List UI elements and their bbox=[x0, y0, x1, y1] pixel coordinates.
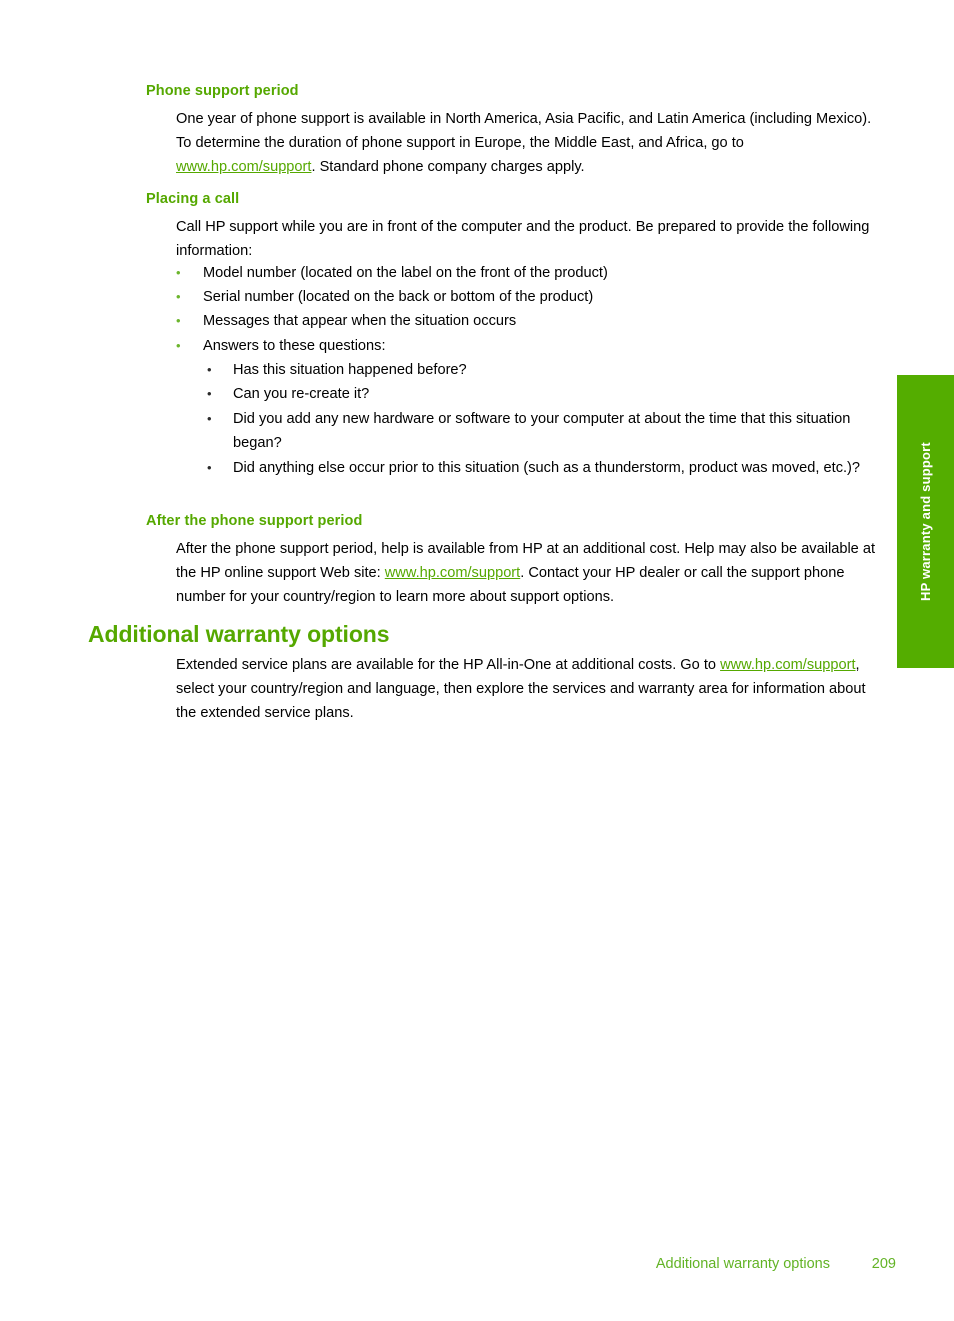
heading-placing-a-call: Placing a call bbox=[146, 191, 240, 207]
sub-list-item: • Has this situation happened before? bbox=[207, 358, 877, 382]
bullet-marker-icon: • bbox=[176, 313, 181, 328]
link-hp-support[interactable]: www.hp.com/support bbox=[720, 657, 855, 673]
bullet-marker-icon: • bbox=[176, 289, 181, 304]
list-item: • Messages that appear when the situatio… bbox=[176, 309, 876, 333]
list-item: • Answers to these questions: bbox=[176, 334, 876, 358]
bullet-marker-icon: • bbox=[176, 338, 181, 353]
list-item: • Serial number (located on the back or … bbox=[176, 285, 876, 309]
sub-list-item: • Can you re-create it? bbox=[207, 382, 877, 406]
paragraph-after-the-phone-support-period: After the phone support period, help is … bbox=[176, 537, 886, 610]
bullet-marker-icon: • bbox=[176, 265, 181, 280]
heading-after-the-phone-support-period: After the phone support period bbox=[146, 513, 363, 529]
section-tab-label: HP warranty and support bbox=[918, 442, 933, 601]
section-tab-hp-warranty-and-support: HP warranty and support bbox=[897, 375, 954, 668]
page-footer: Additional warranty options 209 bbox=[0, 1256, 954, 1282]
page-title-additional-warranty-options: Additional warranty options bbox=[88, 621, 390, 647]
paragraph-phone-support-period: One year of phone support is available i… bbox=[176, 107, 886, 180]
sub-list-item-label: Has this situation happened before? bbox=[233, 362, 467, 378]
sub-list-item: • Did you add any new hardware or softwa… bbox=[207, 407, 879, 455]
sub-list-item-label: Did you add any new hardware or software… bbox=[233, 411, 851, 452]
sub-bullet-marker-icon: • bbox=[207, 460, 212, 475]
paragraph-additional-warranty-options: Extended service plans are available for… bbox=[176, 653, 882, 726]
sub-bullet-marker-icon: • bbox=[207, 362, 212, 377]
heading-phone-support-period: Phone support period bbox=[146, 83, 299, 99]
footer-section-title: Additional warranty options bbox=[655, 1256, 830, 1272]
list-item-label: Messages that appear when the situation … bbox=[203, 313, 517, 329]
list-item: • Model number (located on the label on … bbox=[176, 261, 876, 285]
paragraph-placing-a-call: Call HP support while you are in front o… bbox=[176, 219, 870, 260]
footer-page-number: 209 bbox=[871, 1256, 896, 1272]
link-hp-support[interactable]: www.hp.com/support bbox=[176, 159, 311, 175]
paragraph-text-part-1: Extended service plans are available for… bbox=[176, 657, 721, 673]
sub-bullet-marker-icon: • bbox=[207, 386, 212, 401]
list-item-label: Serial number (located on the back or bo… bbox=[203, 289, 594, 305]
sub-list-item: • Did anything else occur prior to this … bbox=[207, 456, 889, 480]
link-hp-support[interactable]: www.hp.com/support bbox=[385, 565, 520, 581]
list-item-label: Answers to these questions: bbox=[203, 338, 386, 354]
list-item-label: Model number (located on the label on th… bbox=[203, 265, 608, 281]
sub-bullet-marker-icon: • bbox=[207, 411, 212, 426]
sub-list-item-label: Can you re-create it? bbox=[233, 386, 370, 402]
sub-list-item-label: Did anything else occur prior to this si… bbox=[233, 460, 861, 476]
paragraph-text-part-1: One year of phone support is available i… bbox=[176, 111, 872, 152]
paragraph-text-part-2: . Standard phone company charges apply. bbox=[311, 159, 585, 176]
document-page: HP warranty and support Phone support pe… bbox=[0, 0, 954, 1321]
